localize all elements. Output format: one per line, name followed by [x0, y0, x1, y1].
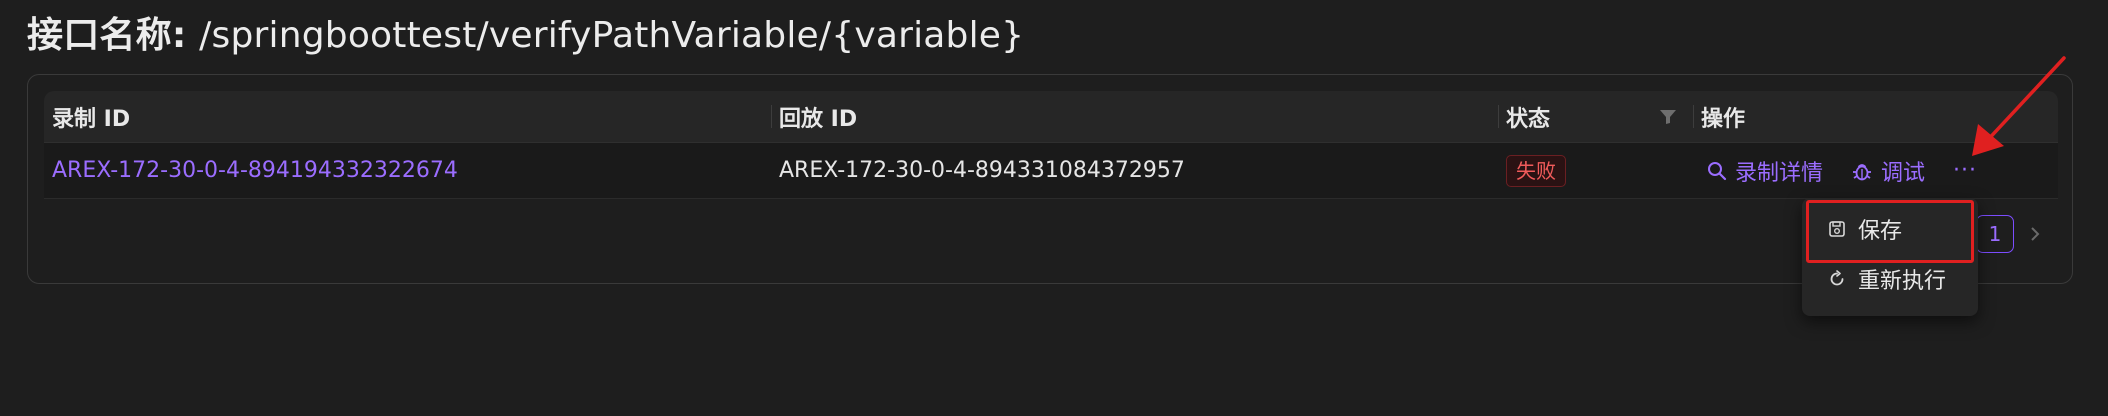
menu-item-save[interactable]: 保存	[1806, 204, 1974, 254]
chevron-right-icon[interactable]	[2028, 224, 2042, 244]
title-path: /springboottest/verifyPathVariable/{vari…	[199, 15, 1025, 56]
debug-button[interactable]: 调试	[1851, 155, 1925, 187]
title-colon: :	[171, 15, 200, 56]
page: 接口名称: /springboottest/verifyPathVariable…	[0, 0, 2108, 416]
record-detail-button[interactable]: 录制详情	[1707, 155, 1823, 187]
title-label: 接口名称	[27, 15, 172, 56]
record-id-link[interactable]: AREX-172-30-0-4-894194332322674	[52, 158, 458, 183]
column-header-status: 状态	[1498, 91, 1693, 142]
pagination: 1	[1976, 215, 2042, 253]
save-icon	[1829, 221, 1845, 237]
results-card: 录制 ID 回放 ID 状态 操作 AREX-172-30-0-4-894194…	[27, 74, 2073, 284]
annotation-arrow-icon	[1972, 56, 2066, 156]
more-actions-dropdown: 保存 重新执行	[1802, 198, 1978, 316]
menu-item-rerun[interactable]: 重新执行	[1806, 254, 1974, 304]
page-number-current[interactable]: 1	[1976, 215, 2014, 253]
filter-icon[interactable]	[1659, 109, 1677, 125]
table-row: AREX-172-30-0-4-894194332322674 AREX-172…	[44, 143, 2058, 199]
column-header-replay-id: 回放 ID	[771, 91, 1498, 142]
table-header: 录制 ID 回放 ID 状态 操作	[44, 91, 2058, 143]
cell-status: 失败	[1498, 143, 1693, 198]
replay-id-text: AREX-172-30-0-4-894331084372957	[779, 158, 1185, 183]
reload-icon	[1830, 270, 1844, 286]
status-badge: 失败	[1506, 154, 1566, 187]
cell-replay-id: AREX-172-30-0-4-894331084372957	[771, 143, 1498, 198]
search-icon	[1708, 161, 1727, 180]
cell-record-id: AREX-172-30-0-4-894194332322674	[44, 143, 771, 198]
bug-icon	[1853, 163, 1872, 180]
column-header-record-id: 录制 ID	[52, 106, 131, 132]
page-title: 接口名称: /springboottest/verifyPathVariable…	[27, 6, 1024, 58]
results-table: 录制 ID 回放 ID 状态 操作 AREX-172-30-0-4-894194…	[44, 91, 2058, 199]
